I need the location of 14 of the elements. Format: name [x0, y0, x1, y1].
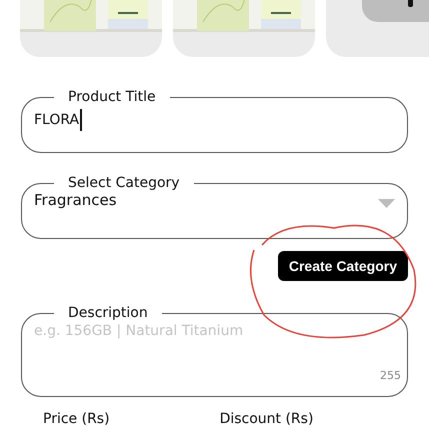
- select-value: Fragrances: [34, 191, 117, 209]
- category-select[interactable]: Select Category Fragrances: [21, 175, 408, 239]
- description-field[interactable]: Description e.g. 156GB | Natural Titanium 255: [21, 305, 408, 397]
- field-label: Product Title: [67, 89, 157, 105]
- title-field[interactable]: Product Title FLORA: [21, 89, 408, 153]
- text-cursor: [80, 109, 82, 131]
- character-counter: 255: [380, 369, 401, 382]
- field-value: FLORA: [34, 112, 80, 128]
- field-label: Discount (Rs): [220, 411, 314, 427]
- dropdown-icon: [378, 198, 395, 208]
- field-label: Price (Rs): [43, 411, 110, 427]
- field-label: Select Category: [67, 175, 181, 191]
- create-category-button[interactable]: Create Category: [278, 251, 408, 281]
- field-label: Description: [67, 305, 149, 321]
